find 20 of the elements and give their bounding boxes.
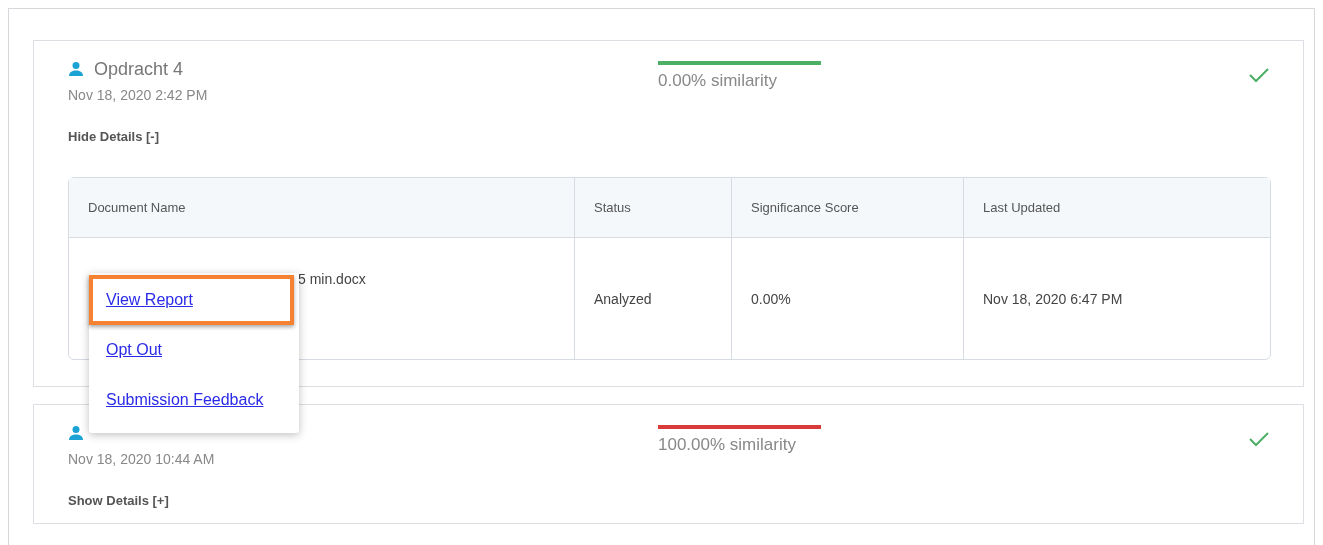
column-header: Status bbox=[574, 178, 731, 238]
document-name: 5 min.docx bbox=[298, 271, 366, 287]
details-toggle[interactable]: Hide Details [-] bbox=[68, 129, 159, 144]
similarity-score: 100.00% similarity bbox=[658, 435, 797, 455]
user-icon bbox=[68, 61, 84, 77]
submission-date: Nov 18, 2020 10:44 AM bbox=[68, 451, 216, 467]
menu-link[interactable]: Submission Feedback bbox=[89, 375, 299, 425]
column-header: Last Updated bbox=[963, 178, 1270, 238]
details-toggle[interactable]: Show Details [+] bbox=[68, 493, 169, 508]
table-cell: 0.00% bbox=[731, 238, 963, 359]
assignment-title: Opdracht 4 bbox=[94, 58, 184, 80]
menu-link[interactable]: View Report bbox=[89, 275, 294, 325]
column-header: Document Name bbox=[69, 178, 574, 238]
submission-date: Nov 18, 2020 2:42 PM bbox=[68, 87, 209, 103]
similarity-score: 0.00% similarity bbox=[658, 71, 779, 91]
table-cell: Analyzed bbox=[574, 238, 731, 359]
column-header: Significance Score bbox=[731, 178, 963, 238]
user-icon bbox=[68, 425, 84, 441]
table-cell: Nov 18, 2020 6:47 PM bbox=[963, 238, 1270, 359]
menu-link[interactable]: Opt Out bbox=[89, 325, 299, 375]
